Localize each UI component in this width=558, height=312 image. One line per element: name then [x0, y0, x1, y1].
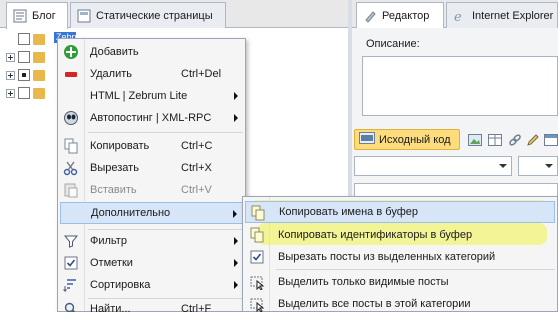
submenu-item-cut-posts[interactable]: Вырезать посты из выделенных категорий [245, 246, 555, 268]
menu-item-delete[interactable]: Удалить Ctrl+Del [60, 63, 244, 85]
shortcut-label: Ctrl+Del [181, 68, 222, 80]
tree-checkbox[interactable] [18, 87, 30, 99]
shortcut-label: Ctrl+C [181, 140, 213, 152]
submenu-arrow-icon [234, 281, 238, 289]
tab-internet-explorer-label: Internet Explorer [472, 9, 554, 22]
folder-icon [33, 87, 45, 99]
expand-icon[interactable] [6, 70, 15, 80]
folder-icon [33, 33, 45, 45]
tree-row[interactable] [6, 86, 45, 100]
menu-separator [88, 132, 243, 133]
right-tab-bar: Редактор e Internet Explorer [352, 0, 558, 29]
cut-posts-icon [249, 249, 265, 265]
submenu-arrow-icon [234, 92, 238, 100]
tab-editor[interactable]: Редактор [356, 2, 444, 29]
tab-static-pages-label: Статические страницы [96, 9, 213, 22]
menu-item-sort[interactable]: Сортировка [60, 274, 244, 296]
editor-toolbar: Исходный код [352, 126, 558, 154]
submenu-item-select-visible[interactable]: Выделить только видимые посты [245, 271, 555, 293]
left-tab-bar: Блог Статические страницы [0, 0, 348, 29]
explorer-icon[interactable] [544, 133, 558, 147]
autopost-icon [63, 110, 79, 126]
context-menu: Добавить Удалить Ctrl+Del HTML | Zebrum … [57, 38, 246, 312]
menu-item-filter[interactable]: Фильтр [60, 230, 244, 252]
source-code-button[interactable]: Исходный код [354, 129, 460, 150]
scissors-icon [63, 160, 79, 176]
select-visible-icon [249, 274, 265, 291]
search-icon [63, 301, 79, 312]
menu-item-marks[interactable]: Отметки [60, 252, 244, 274]
tree-checkbox[interactable] [18, 69, 30, 81]
shortcut-label: Ctrl+X [181, 162, 212, 174]
html-icon [359, 132, 375, 147]
delete-icon [63, 66, 79, 82]
expand-icon[interactable] [6, 88, 15, 98]
sort-icon [63, 277, 79, 293]
menu-item-autoposting[interactable]: Автопостинг | XML-RPC [60, 107, 244, 129]
description-label: Описание: [366, 38, 420, 50]
tree-row[interactable] [6, 50, 45, 64]
menu-item-find[interactable]: Найти... Ctrl+F [60, 298, 244, 312]
submenu-arrow-icon [234, 259, 238, 267]
copy-ids-icon [249, 227, 265, 243]
chevron-down-icon [545, 164, 553, 168]
source-code-label: Исходный код [379, 133, 451, 146]
pen-icon [363, 9, 377, 23]
submenu-separator [276, 269, 555, 270]
shortcut-label: Ctrl+V [181, 184, 212, 196]
page-icon [77, 9, 91, 23]
pencil-icon[interactable] [526, 133, 540, 147]
folder-icon [33, 51, 45, 63]
chevron-down-icon [499, 164, 507, 168]
table-icon[interactable] [488, 133, 502, 147]
ie-icon: e [453, 9, 467, 25]
add-icon [63, 44, 79, 60]
size-combo[interactable] [518, 156, 558, 176]
paste-icon [63, 182, 79, 198]
menu-item-cut[interactable]: Вырезать Ctrl+X [60, 157, 244, 179]
additional-submenu: Копировать имена в буфер Копировать иден… [242, 196, 558, 312]
tree-checkbox[interactable] [18, 51, 30, 63]
font-combo[interactable] [354, 156, 512, 176]
tab-editor-label: Редактор [382, 10, 430, 22]
tab-blog-label: Блог [32, 10, 56, 22]
submenu-arrow-icon [234, 237, 238, 245]
svg-text:e: e [454, 10, 462, 23]
folder-icon [33, 69, 45, 81]
submenu-item-copy-names[interactable]: Копировать имена в буфер [245, 201, 555, 223]
menu-item-add[interactable]: Добавить [60, 41, 244, 63]
menu-item-paste[interactable]: Вставить Ctrl+V [60, 179, 244, 201]
tree-row[interactable] [6, 68, 45, 82]
expand-icon[interactable] [6, 52, 15, 62]
submenu-arrow-icon [233, 210, 237, 218]
submenu-item-copy-ids[interactable]: Копировать идентификаторы в буфер [245, 224, 555, 246]
tab-blog[interactable]: Блог [6, 2, 68, 29]
blog-icon [13, 9, 27, 23]
menu-item-html-zebrum[interactable]: HTML | Zebrum Lite [60, 85, 244, 107]
select-all-icon [249, 296, 265, 312]
image-icon[interactable] [468, 133, 482, 147]
filter-icon [63, 233, 79, 249]
shortcut-label: Ctrl+F [181, 303, 212, 312]
submenu-item-select-all[interactable]: Выделить все посты в этой категории [245, 293, 555, 312]
tab-internet-explorer[interactable]: e Internet Explorer [446, 2, 558, 28]
submenu-arrow-icon [234, 114, 238, 122]
tab-static-pages[interactable]: Статические страницы [70, 2, 226, 28]
tree-checkbox[interactable] [18, 33, 30, 45]
tree-row[interactable] [6, 32, 45, 46]
description-field[interactable] [362, 56, 558, 116]
menu-item-copy[interactable]: Копировать Ctrl+C [60, 135, 244, 157]
copy-names-icon [250, 205, 266, 221]
copy-icon [63, 138, 79, 154]
link-icon[interactable] [508, 133, 522, 147]
checkmark-icon [63, 255, 79, 271]
menu-item-additional[interactable]: Дополнительно [60, 202, 244, 224]
